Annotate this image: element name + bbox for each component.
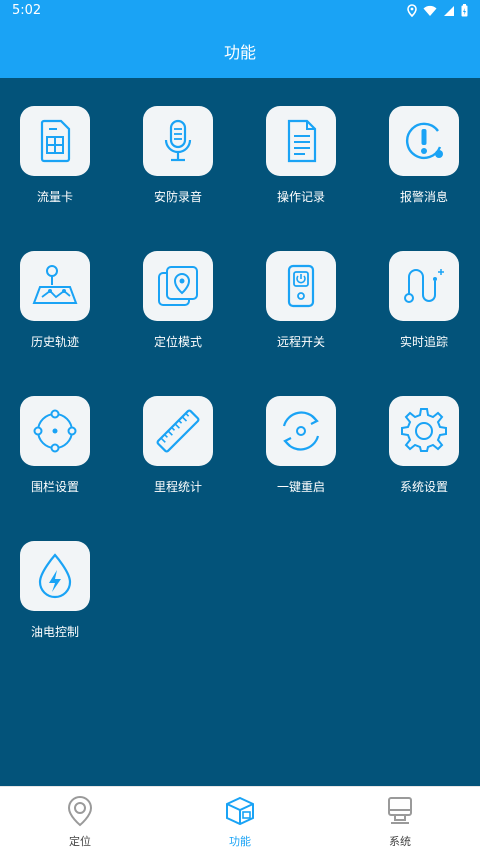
function-item-location-mode[interactable]: 定位模式 [133, 251, 223, 350]
ruler-icon [156, 409, 200, 453]
alert-icon [405, 122, 443, 160]
function-item-remote-switch[interactable]: 远程开关 [256, 251, 346, 350]
status-time: 5:02 [12, 3, 42, 18]
function-item-alarm-messages[interactable]: 报警消息 [379, 106, 469, 205]
function-item-one-key-restart[interactable]: 一键重启 [256, 396, 346, 495]
function-item-system-settings[interactable]: 系统设置 [379, 396, 469, 495]
battery-icon [461, 4, 468, 17]
oil-drop-bolt-icon [38, 553, 72, 599]
remote-power-icon [287, 264, 315, 308]
function-icon-box [143, 396, 213, 466]
monitor-icon [388, 797, 412, 824]
tab-label: 功能 [229, 835, 251, 848]
document-icon [287, 119, 317, 163]
function-label: 围栏设置 [30, 480, 79, 494]
gear-icon [401, 408, 447, 452]
function-icon-box [266, 106, 336, 176]
cube-box-icon [226, 796, 254, 826]
tab-label: 定位 [69, 835, 91, 848]
signal-icon [444, 5, 454, 16]
function-label: 定位模式 [153, 335, 202, 349]
function-label: 油电控制 [30, 625, 79, 639]
map-route-icon [32, 265, 78, 304]
status-icons [407, 4, 468, 17]
function-icon-box [20, 396, 90, 466]
function-label: 里程统计 [153, 480, 202, 494]
function-icon-box [20, 106, 90, 176]
location-pin-icon [67, 795, 93, 827]
function-grid: 流量卡 安防录音 操作记录 报警消息 历史轨迹 定位模式 远程开关 实时追踪 围… [0, 78, 480, 786]
function-label: 报警消息 [399, 190, 448, 204]
function-icon-box [20, 251, 90, 321]
location-status-icon [407, 4, 417, 17]
tab-functions[interactable]: 功能 [160, 787, 320, 854]
tracking-path-icon [404, 269, 444, 303]
function-icon-box [143, 106, 213, 176]
function-item-fence-settings[interactable]: 围栏设置 [10, 396, 100, 495]
tab-label: 系统 [389, 835, 411, 848]
bottom-tab-bar: 定位 功能 系统 [0, 786, 480, 854]
status-bar: 5:02 [0, 0, 480, 22]
function-item-mileage-stats[interactable]: 里程统计 [133, 396, 223, 495]
function-item-security-recording[interactable]: 安防录音 [133, 106, 223, 205]
function-icon-box [20, 541, 90, 611]
wifi-icon [423, 5, 437, 16]
function-icon-box [266, 396, 336, 466]
function-icon-box [266, 251, 336, 321]
function-item-history-track[interactable]: 历史轨迹 [10, 251, 100, 350]
tab-location[interactable]: 定位 [0, 787, 160, 854]
function-icon-box [389, 396, 459, 466]
function-label: 流量卡 [36, 190, 73, 204]
function-label: 历史轨迹 [30, 335, 79, 349]
fence-crosshair-icon [33, 409, 77, 453]
microphone-icon [164, 119, 192, 162]
function-item-realtime-tracking[interactable]: 实时追踪 [379, 251, 469, 350]
page-title: 功能 [223, 43, 256, 62]
app-bar: 功能 [0, 22, 480, 78]
function-label: 系统设置 [399, 480, 448, 494]
function-label: 远程开关 [276, 335, 325, 349]
function-label: 操作记录 [276, 190, 325, 204]
function-label: 实时追踪 [399, 335, 448, 349]
function-icon-box [389, 106, 459, 176]
sim-card-icon [40, 119, 71, 163]
function-item-operation-log[interactable]: 操作记录 [256, 106, 346, 205]
function-item-sim-card[interactable]: 流量卡 [10, 106, 100, 205]
function-icon-box [389, 251, 459, 321]
location-cards-icon [158, 266, 198, 306]
restart-icon [282, 411, 320, 451]
function-item-oil-electric-control[interactable]: 油电控制 [10, 541, 100, 640]
function-label: 安防录音 [153, 190, 202, 204]
tab-system[interactable]: 系统 [320, 787, 480, 854]
function-icon-box [143, 251, 213, 321]
function-label: 一键重启 [276, 480, 325, 494]
